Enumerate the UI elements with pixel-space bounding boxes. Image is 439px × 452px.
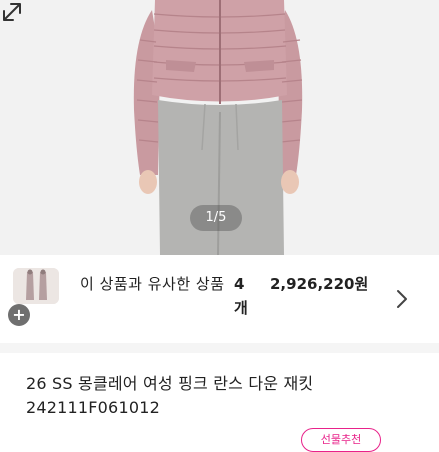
gift-recommend-tag[interactable]: 선물추천	[301, 428, 381, 452]
section-divider	[0, 343, 439, 353]
similar-products-label: 이 상품과 유사한 상품	[80, 275, 225, 293]
similar-products-count: 4개	[234, 275, 248, 317]
expand-icon[interactable]	[0, 0, 24, 24]
product-image-gallery[interactable]: 1/5	[0, 0, 439, 255]
product-title: 26 SS 몽클레어 여성 핑크 란스 다운 재킷 242111F061012	[26, 374, 314, 417]
plus-icon[interactable]: +	[8, 304, 30, 326]
similar-product-thumbnail	[13, 268, 59, 304]
similar-products-bar[interactable]: + 이 상품과 유사한 상품 4개 2,926,220원	[0, 255, 439, 343]
chevron-right-icon[interactable]	[394, 289, 410, 309]
similar-products-price: 2,926,220원	[270, 275, 369, 293]
image-counter: 1/5	[190, 205, 242, 231]
